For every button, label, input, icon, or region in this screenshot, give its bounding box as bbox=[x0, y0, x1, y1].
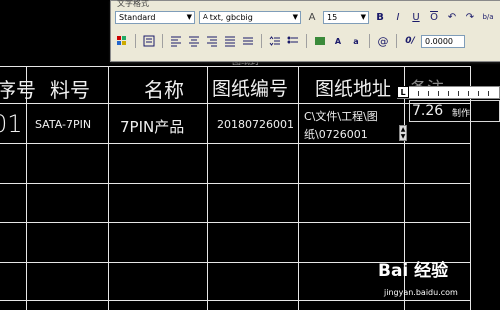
uppercase-icon[interactable]: A bbox=[331, 34, 345, 48]
cell-index: 01 bbox=[0, 110, 23, 138]
header-part-no: 料号 bbox=[50, 78, 90, 102]
oblique-angle-icon: 0/ bbox=[405, 36, 415, 46]
cell-drawing-addr-line2: 纸\0726001 bbox=[304, 128, 368, 141]
mtext-edit-value[interactable]: 7.26 bbox=[412, 103, 443, 119]
font-select[interactable]: A txt, gbcbig ▼ bbox=[199, 10, 301, 24]
redo-button[interactable]: ↷ bbox=[463, 10, 477, 24]
toolbar-separator bbox=[369, 34, 370, 48]
align-center-icon[interactable] bbox=[187, 34, 201, 48]
cell-drawing-addr-line1: C\文件\工程\图 bbox=[304, 110, 378, 123]
chevron-down-icon: ▼ bbox=[186, 12, 192, 21]
bold-button[interactable]: B bbox=[373, 10, 387, 24]
text-format-toolbar: 文字格式 Standard ▼ A txt, gbcbig ▼ A 15 ▼ B… bbox=[110, 0, 500, 62]
watermark-url: jingyan.baidu.com bbox=[384, 288, 458, 297]
text-ruler[interactable] bbox=[397, 86, 500, 99]
text-color-icon[interactable] bbox=[115, 34, 129, 48]
table-header-divider bbox=[0, 103, 470, 104]
mtext-edit-suffix: 制作 bbox=[452, 109, 471, 119]
chevron-down-icon: ▼ bbox=[292, 12, 298, 21]
toolbar-separator bbox=[135, 34, 136, 48]
header-name: 名称 bbox=[144, 78, 184, 102]
insert-field-icon[interactable] bbox=[313, 34, 327, 48]
table-row-divider bbox=[0, 183, 470, 184]
editor-scroll-control[interactable]: ▲ ▼ bbox=[399, 125, 407, 141]
table-column-divider bbox=[108, 66, 109, 310]
undo-button[interactable]: ↶ bbox=[445, 10, 459, 24]
overline-button[interactable]: O bbox=[427, 10, 441, 24]
table-row-divider bbox=[0, 300, 470, 301]
table-column-divider bbox=[207, 66, 208, 310]
italic-button[interactable]: I bbox=[391, 10, 405, 24]
toolbar-row-1: Standard ▼ A txt, gbcbig ▼ A 15 ▼ B I U … bbox=[111, 8, 500, 26]
oblique-angle-input[interactable]: 0.0000 bbox=[421, 34, 465, 48]
text-style-value: Standard bbox=[119, 12, 156, 22]
toolbar-separator bbox=[261, 34, 262, 48]
text-height-icon: A bbox=[308, 11, 316, 23]
toolbar-separator bbox=[396, 34, 397, 48]
chevron-down-icon: ▼ bbox=[360, 12, 366, 21]
align-right-icon[interactable] bbox=[205, 34, 219, 48]
columns-icon[interactable] bbox=[142, 34, 156, 48]
toolbar-row-2: A a @ 0/ 0.0000 bbox=[111, 32, 500, 50]
lowercase-icon[interactable]: a bbox=[349, 34, 363, 48]
justify-icon[interactable] bbox=[223, 34, 237, 48]
cell-drawing-no: 20180726001 bbox=[217, 118, 294, 131]
header-drawing-addr: 图纸地址 bbox=[315, 78, 392, 100]
header-index: 序号 bbox=[0, 78, 36, 102]
underline-button[interactable]: U bbox=[409, 10, 423, 24]
distribute-icon[interactable] bbox=[241, 34, 255, 48]
toolbar-separator bbox=[306, 34, 307, 48]
text-height-select[interactable]: 15 ▼ bbox=[323, 10, 369, 24]
tab-stop-icon[interactable]: L bbox=[397, 86, 409, 98]
stack-button[interactable]: b/a bbox=[481, 10, 495, 24]
header-drawing-no: 图纸编号 bbox=[212, 78, 289, 100]
cad-drawing-area[interactable]: 图纸封 序号 料号 名称 图纸编号 图纸地址 备注 01 SATA-7PIN 7… bbox=[0, 0, 500, 310]
font-icon: A bbox=[203, 13, 208, 21]
align-left-icon[interactable] bbox=[169, 34, 183, 48]
numbering-icon[interactable] bbox=[286, 34, 300, 48]
font-value: txt, gbcbig bbox=[209, 12, 253, 22]
line-spacing-icon[interactable] bbox=[268, 34, 282, 48]
text-style-select[interactable]: Standard ▼ bbox=[115, 10, 195, 24]
baidu-jingyan-watermark: Bai 经验 bbox=[378, 261, 449, 281]
cell-part-no: SATA-7PIN bbox=[35, 118, 92, 131]
table-row-divider bbox=[0, 222, 470, 223]
table-row-divider bbox=[0, 143, 470, 144]
cell-name: 7PIN产品 bbox=[120, 118, 185, 136]
toolbar-separator bbox=[162, 34, 163, 48]
text-height-value: 15 bbox=[327, 12, 338, 22]
table-column-divider bbox=[298, 66, 299, 310]
symbol-icon[interactable]: @ bbox=[376, 34, 390, 48]
